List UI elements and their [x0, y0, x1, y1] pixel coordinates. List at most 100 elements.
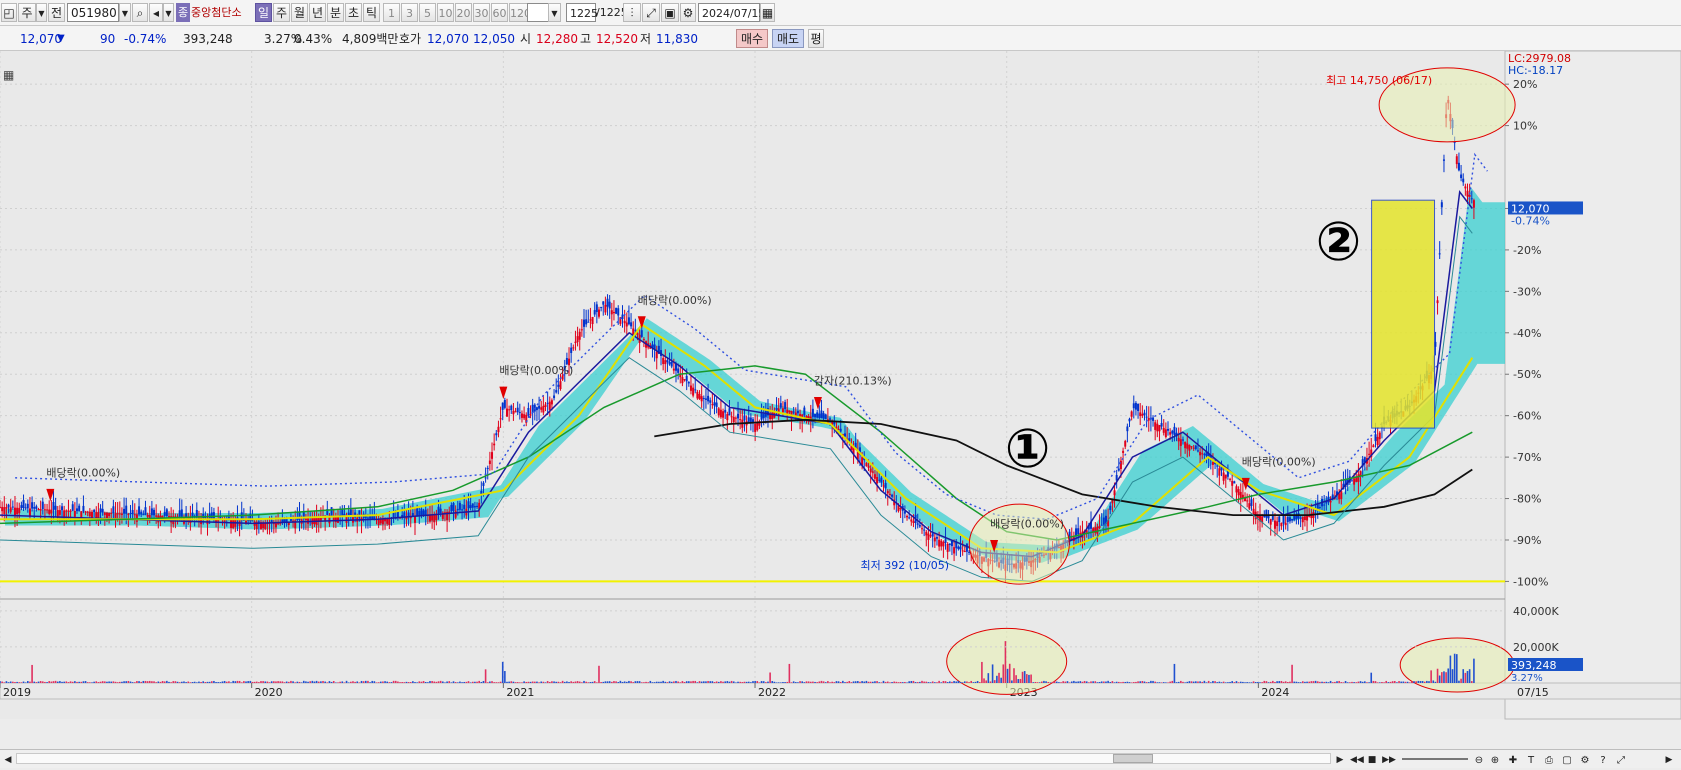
volume-bar	[593, 681, 596, 683]
candle-body	[689, 385, 692, 391]
volume-bar	[50, 681, 53, 683]
volume-bar	[118, 681, 121, 683]
text-tool-icon[interactable]: T	[1524, 751, 1538, 770]
capture-icon[interactable]: ▢	[1560, 751, 1574, 770]
volume-bar	[189, 682, 192, 683]
interval-button-5[interactable]: 5	[419, 3, 436, 22]
volume-bar	[183, 681, 185, 683]
candle-body	[439, 508, 442, 514]
chevron-down-icon[interactable]: ▼	[36, 3, 47, 22]
date-input[interactable]: 2024/07/15	[698, 3, 765, 22]
zoom-out-icon[interactable]: ⊖	[1472, 751, 1486, 770]
stop-icon[interactable]: ■	[1366, 751, 1378, 770]
fullscreen-icon[interactable]: ⤢	[1614, 751, 1628, 770]
interval-button-30[interactable]: 30	[473, 3, 490, 22]
candle-body	[572, 347, 575, 349]
prefix-button[interactable]: 전	[48, 3, 65, 22]
interval-button-20[interactable]: 20	[455, 3, 472, 22]
volume-bar	[424, 681, 427, 683]
period-tab-6[interactable]: 틱	[363, 3, 380, 22]
drawing-tool-icon[interactable]: ⤢	[642, 3, 660, 22]
candle-body	[546, 402, 549, 404]
volume-bar	[1316, 681, 1319, 683]
print-icon[interactable]: ⎙	[1542, 751, 1556, 770]
help-icon[interactable]: ?	[1596, 751, 1610, 770]
expand-icon[interactable]: ▶	[1662, 751, 1676, 770]
interval-dropdown-icon[interactable]: ▼	[548, 3, 561, 22]
candle-body	[1137, 403, 1140, 412]
volume-bar	[1184, 682, 1186, 683]
volume-bar	[174, 681, 177, 683]
gear-icon[interactable]: ⚙	[680, 3, 696, 22]
volume-bar	[420, 681, 423, 683]
volume-bar	[1408, 682, 1411, 683]
sell-button[interactable]: 매도	[772, 29, 804, 48]
candle-style-icon[interactable]: ⫶	[623, 3, 641, 22]
volume-bar	[1338, 680, 1340, 683]
fast-forward-icon[interactable]: ▶▶	[1382, 751, 1396, 770]
candle-body	[1468, 194, 1471, 197]
save-icon[interactable]: ▣	[661, 3, 679, 22]
volume-bar	[1242, 681, 1244, 683]
volume-bar	[1233, 682, 1236, 683]
interval-button-60[interactable]: 60	[491, 3, 508, 22]
period-tab-2[interactable]: 월	[291, 3, 308, 22]
crosshair-icon[interactable]: ✚	[1506, 751, 1520, 770]
volume-bar	[298, 681, 301, 683]
date-tick-label: 2021	[506, 686, 534, 699]
candle-body	[715, 402, 718, 407]
volume-bar	[561, 680, 564, 683]
interval-button-10[interactable]: 10	[437, 3, 454, 22]
stock-chart[interactable]: ▦20%10%-10%-20%-30%-40%-50%-60%-70%-80%-…	[0, 51, 1681, 749]
period-tab-1[interactable]: 주	[273, 3, 290, 22]
average-button[interactable]: 평	[808, 29, 824, 48]
mode-selector[interactable]: 주	[18, 3, 36, 22]
candle-body	[127, 513, 130, 515]
volume-bar	[1269, 681, 1272, 683]
scroll-thumb[interactable]	[1112, 754, 1153, 763]
volume-bar	[1002, 664, 1005, 683]
candle-body	[698, 393, 701, 400]
candle-body	[456, 508, 459, 511]
interval-button-1[interactable]: 1	[383, 3, 400, 22]
volume-bar	[583, 680, 585, 683]
buy-button[interactable]: 매수	[736, 29, 768, 48]
candle-body	[9, 507, 12, 512]
zoom-slider[interactable]	[1402, 758, 1468, 760]
code-dropdown-icon[interactable]: ▼	[119, 3, 131, 22]
scroll-right-icon[interactable]: ▶	[1334, 751, 1346, 770]
rewind-icon[interactable]: ◀◀	[1350, 751, 1364, 770]
volume-bar	[1073, 680, 1075, 683]
volume-bar	[332, 681, 335, 683]
speaker-dropdown-icon[interactable]: ▼	[163, 3, 174, 22]
turnover-pct: 0.43%	[294, 32, 333, 46]
interval-button-3[interactable]: 3	[401, 3, 418, 22]
period-tab-4[interactable]: 분	[327, 3, 344, 22]
config-icon[interactable]: ⚙	[1578, 751, 1592, 770]
bar-count-input[interactable]: 1225	[566, 3, 598, 22]
scroll-left-icon[interactable]: ◀	[2, 751, 14, 770]
volume-bar	[893, 681, 895, 683]
period-tab-3[interactable]: 년	[309, 3, 326, 22]
candle-body	[424, 509, 427, 516]
interval-button-120[interactable]: 120	[509, 3, 531, 22]
volume-bar	[1430, 670, 1432, 683]
period-tab-5[interactable]: 초	[345, 3, 362, 22]
candle-body	[1235, 486, 1238, 493]
zoom-in-icon[interactable]: ⊕	[1488, 751, 1502, 770]
volume-bar	[780, 682, 782, 683]
volume-current-pct: 3.27%	[1511, 673, 1543, 684]
volume-bar	[465, 681, 468, 683]
volume-bar	[604, 681, 607, 683]
speaker-icon[interactable]: ◂	[149, 3, 163, 22]
date-tick-label: 2022	[758, 686, 786, 699]
volume-bar	[258, 682, 260, 683]
calendar-icon[interactable]: ▦	[760, 3, 775, 22]
panel-settings-icon[interactable]: ▦	[3, 68, 14, 82]
window-icon[interactable]: ◰	[1, 3, 17, 22]
search-icon[interactable]: ⌕	[132, 3, 148, 22]
volume-bar	[14, 682, 16, 683]
period-tab-0[interactable]: 일	[255, 3, 272, 22]
down-arrow-icon: ▼	[57, 33, 65, 44]
stock-code-input[interactable]: 051980	[67, 3, 119, 22]
